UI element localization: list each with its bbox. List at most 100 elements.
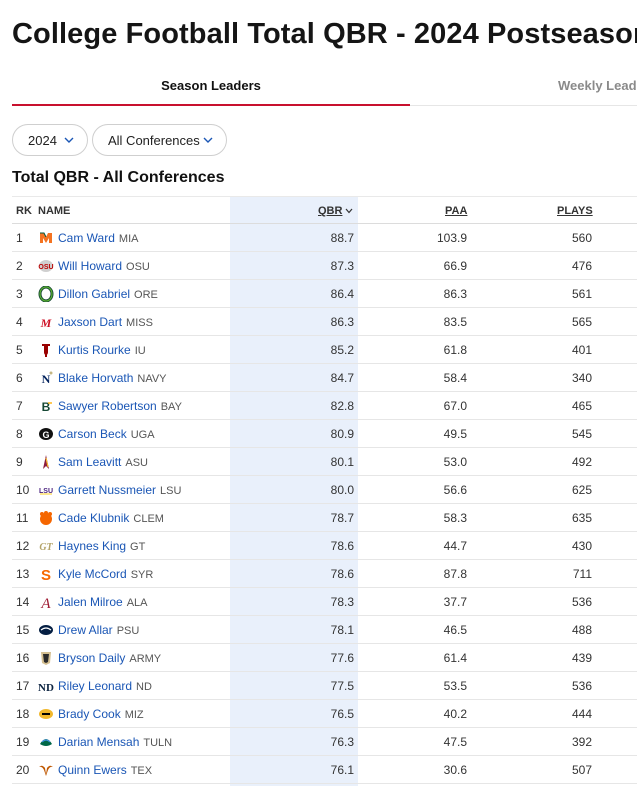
rank-value: 20 bbox=[16, 763, 30, 777]
svg-text:OSU: OSU bbox=[38, 264, 53, 271]
player-name[interactable]: Bryson Daily bbox=[58, 651, 125, 665]
paa-value: 61.8 bbox=[443, 343, 467, 357]
team-logo-icon[interactable]: N bbox=[38, 370, 54, 386]
team-logo-icon[interactable]: M bbox=[38, 314, 54, 330]
team-logo-icon[interactable]: G bbox=[38, 426, 54, 442]
header-paa-sort[interactable]: PAA bbox=[445, 205, 467, 217]
player-name-link[interactable]: Drew Allar PSU bbox=[58, 623, 139, 637]
player-name[interactable]: Will Howard bbox=[58, 259, 122, 273]
qbr-value: 76.5 bbox=[330, 707, 354, 721]
plays-value: 560 bbox=[571, 231, 592, 245]
conference-dropdown[interactable]: All Conferences bbox=[92, 124, 227, 156]
team-abbreviation: MIZ bbox=[124, 709, 144, 721]
player-name-link[interactable]: Garrett Nussmeier LSU bbox=[58, 483, 181, 497]
table-row: 8 G Carson Beck UGA 80.9 49.5 545 bbox=[12, 420, 637, 448]
player-name-link[interactable]: Sawyer Robertson BAY bbox=[58, 399, 182, 413]
player-name[interactable]: Jaxson Dart bbox=[58, 315, 122, 329]
player-name-link[interactable]: Carson Beck UGA bbox=[58, 427, 155, 441]
paa-value: 37.7 bbox=[443, 595, 467, 609]
player-name[interactable]: Riley Leonard bbox=[58, 679, 132, 693]
tab-weekly-leaders[interactable]: Weekly Leaders bbox=[558, 70, 637, 106]
header-plays-sort[interactable]: PLAYS bbox=[557, 205, 593, 217]
team-logo-icon[interactable]: ND bbox=[38, 678, 54, 694]
player-name-link[interactable]: Jalen Milroe ALA bbox=[58, 595, 148, 609]
team-logo-icon[interactable] bbox=[38, 230, 54, 246]
team-logo-icon[interactable] bbox=[38, 650, 54, 666]
player-name-link[interactable]: Brady Cook MIZ bbox=[58, 707, 144, 721]
svg-text:ND: ND bbox=[38, 682, 54, 694]
player-name[interactable]: Darian Mensah bbox=[58, 735, 139, 749]
player-name-link[interactable]: Dillon Gabriel ORE bbox=[58, 287, 158, 301]
table-row: 13 S Kyle McCord SYR 78.6 87.8 711 bbox=[12, 560, 637, 588]
paa-value: 66.9 bbox=[443, 259, 467, 273]
svg-text:G: G bbox=[42, 430, 49, 440]
header-qbr-sort[interactable]: QBR bbox=[318, 205, 342, 217]
player-name[interactable]: Cam Ward bbox=[58, 231, 115, 245]
rank-value: 8 bbox=[16, 427, 23, 441]
player-name[interactable]: Quinn Ewers bbox=[58, 763, 127, 777]
team-logo-icon[interactable]: S bbox=[38, 566, 54, 582]
year-dropdown[interactable]: 2024 bbox=[12, 124, 88, 156]
team-logo-icon[interactable] bbox=[38, 454, 54, 470]
player-name-link[interactable]: Cade Klubnik CLEM bbox=[58, 511, 164, 525]
team-logo-icon[interactable] bbox=[38, 342, 54, 358]
table-body: 1 Cam Ward MIA 88.7 103.9 560 2 OSU Will … bbox=[12, 224, 637, 784]
qbr-value: 87.3 bbox=[330, 259, 354, 273]
player-name-link[interactable]: Riley Leonard ND bbox=[58, 679, 152, 693]
player-name[interactable]: Brady Cook bbox=[58, 707, 121, 721]
paa-value: 53.5 bbox=[443, 679, 467, 693]
player-name-link[interactable]: Kurtis Rourke IU bbox=[58, 343, 146, 357]
team-logo-icon[interactable]: LSU bbox=[38, 482, 54, 498]
player-name[interactable]: Blake Horvath bbox=[58, 371, 133, 385]
team-logo-icon[interactable] bbox=[38, 286, 54, 302]
player-name[interactable]: Kurtis Rourke bbox=[58, 343, 131, 357]
rank-value: 14 bbox=[16, 595, 30, 609]
player-name-link[interactable]: Haynes King GT bbox=[58, 539, 145, 553]
player-name-link[interactable]: Jaxson Dart MISS bbox=[58, 315, 153, 329]
table-title: Total QBR - All Conferences bbox=[12, 169, 225, 186]
player-name[interactable]: Drew Allar bbox=[58, 623, 113, 637]
player-name-link[interactable]: Quinn Ewers TEX bbox=[58, 763, 152, 777]
rank-value: 9 bbox=[16, 455, 23, 469]
player-name[interactable]: Jalen Milroe bbox=[58, 595, 123, 609]
team-logo-icon[interactable]: GT bbox=[38, 538, 54, 554]
paa-value: 40.2 bbox=[443, 707, 467, 721]
team-logo-icon[interactable]: A bbox=[38, 594, 54, 610]
player-name[interactable]: Kyle McCord bbox=[58, 567, 127, 581]
rank-value: 2 bbox=[16, 259, 23, 273]
paa-value: 86.3 bbox=[443, 287, 467, 301]
player-name-link[interactable]: Bryson Daily ARMY bbox=[58, 651, 161, 665]
svg-text:N: N bbox=[42, 372, 51, 386]
rank-value: 6 bbox=[16, 371, 23, 385]
table-row: 9 Sam Leavitt ASU 80.1 53.0 492 bbox=[12, 448, 637, 476]
player-name-link[interactable]: Kyle McCord SYR bbox=[58, 567, 153, 581]
table-row: 12 GT Haynes King GT 78.6 44.7 430 bbox=[12, 532, 637, 560]
player-name-link[interactable]: Cam Ward MIA bbox=[58, 231, 138, 245]
table-row: 20 Quinn Ewers TEX 76.1 30.6 507 bbox=[12, 756, 637, 784]
player-name[interactable]: Haynes King bbox=[58, 539, 126, 553]
player-name[interactable]: Sam Leavitt bbox=[58, 455, 121, 469]
year-dropdown-value: 2024 bbox=[28, 132, 57, 148]
player-name-link[interactable]: Darian Mensah TULN bbox=[58, 735, 172, 749]
player-name-link[interactable]: Blake Horvath NAVY bbox=[58, 371, 167, 385]
table-row: 19 Darian Mensah TULN 76.3 47.5 392 bbox=[12, 728, 637, 756]
paa-value: 49.5 bbox=[443, 427, 467, 441]
plays-value: 488 bbox=[571, 623, 592, 637]
team-logo-icon[interactable] bbox=[38, 734, 54, 750]
player-name[interactable]: Sawyer Robertson bbox=[58, 399, 157, 413]
player-name[interactable]: Garrett Nussmeier bbox=[58, 483, 156, 497]
team-logo-icon[interactable] bbox=[38, 706, 54, 722]
player-name[interactable]: Cade Klubnik bbox=[58, 511, 129, 525]
team-logo-icon[interactable]: B bbox=[38, 398, 54, 414]
rank-value: 12 bbox=[16, 539, 30, 553]
player-name-link[interactable]: Will Howard OSU bbox=[58, 259, 150, 273]
team-logo-icon[interactable] bbox=[38, 510, 54, 526]
tab-season-leaders[interactable]: Season Leaders bbox=[12, 70, 410, 106]
table-row: 6 N Blake Horvath NAVY 84.7 58.4 340 bbox=[12, 364, 637, 392]
team-logo-icon[interactable] bbox=[38, 762, 54, 778]
player-name[interactable]: Dillon Gabriel bbox=[58, 287, 130, 301]
player-name[interactable]: Carson Beck bbox=[58, 427, 127, 441]
team-logo-icon[interactable]: OSU bbox=[38, 258, 54, 274]
player-name-link[interactable]: Sam Leavitt ASU bbox=[58, 455, 148, 469]
team-logo-icon[interactable] bbox=[38, 622, 54, 638]
